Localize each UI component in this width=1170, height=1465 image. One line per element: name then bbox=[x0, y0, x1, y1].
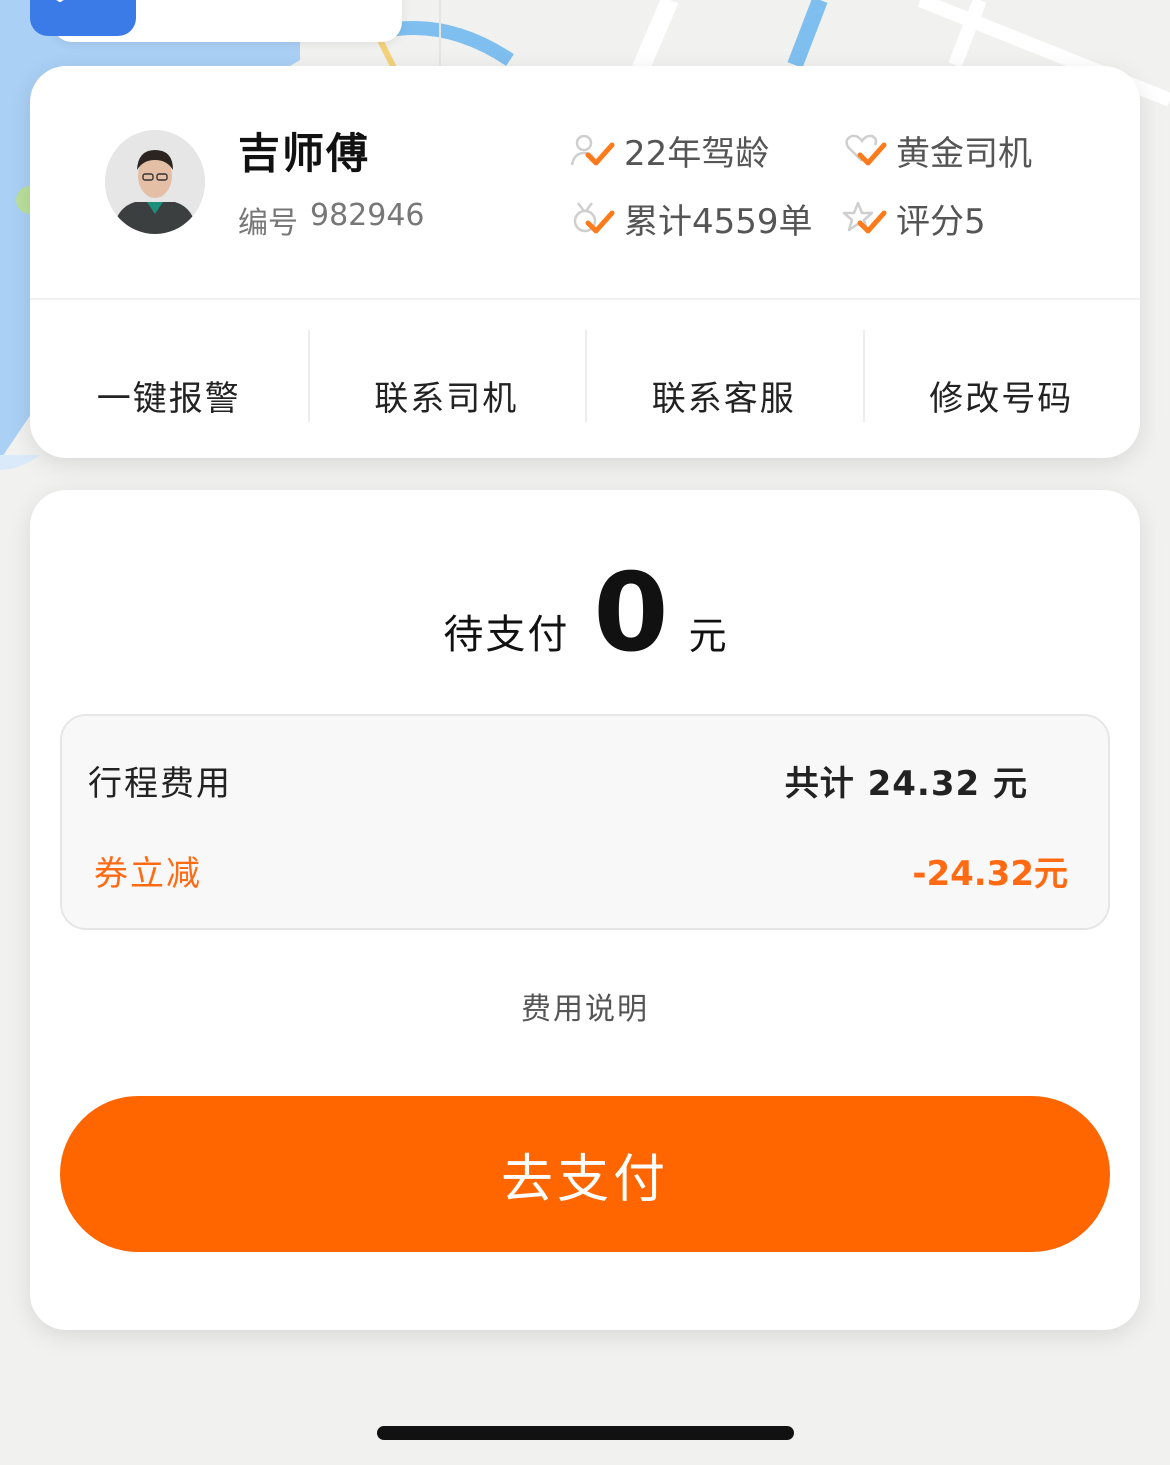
coupon-discount: -24.32元 bbox=[912, 854, 1068, 894]
stat-label: 黄金司机 bbox=[896, 134, 1032, 174]
driver-name: 吉师傅 bbox=[238, 129, 371, 178]
shield-icon bbox=[56, 0, 64, 3]
home-indicator[interactable] bbox=[377, 1426, 794, 1440]
contact-service-button[interactable]: 联系客服 bbox=[585, 330, 863, 422]
stat-total-orders: 累计4559单 bbox=[570, 194, 813, 243]
fee-explanation-link[interactable]: 费用说明 bbox=[30, 984, 1140, 1028]
payment-card: 待支付 0 元 行程费用 共计 24.32 元 券立减 -24.32元 费用说明… bbox=[30, 490, 1140, 1330]
action-bar: 一键报警 联系司机 联系客服 修改号码 bbox=[30, 330, 1140, 422]
trip-fee-total: 共计 24.32 元 bbox=[784, 764, 1028, 804]
star-check-icon bbox=[842, 201, 887, 233]
amount-due-value: 0 bbox=[593, 551, 669, 676]
driver-id: 编号 982946 bbox=[238, 198, 425, 242]
driver-id-label: 编号 bbox=[238, 206, 298, 241]
medal-check-icon bbox=[573, 201, 615, 233]
driver-avatar[interactable] bbox=[105, 130, 205, 234]
safety-shield-button[interactable] bbox=[30, 0, 136, 36]
amount-due-unit: 元 bbox=[688, 614, 727, 658]
contact-driver-button[interactable]: 联系司机 bbox=[307, 330, 586, 422]
pay-button[interactable]: 去支付 bbox=[60, 1096, 1110, 1252]
heart-check-icon bbox=[845, 134, 887, 165]
stat-label: 评分5 bbox=[896, 202, 986, 242]
person-check-icon bbox=[570, 134, 615, 165]
driver-id-value: 982946 bbox=[310, 198, 425, 233]
fee-breakdown: 行程费用 共计 24.32 元 券立减 -24.32元 bbox=[60, 714, 1110, 930]
amount-due: 待支付 0 元 bbox=[30, 560, 1140, 668]
amount-due-label: 待支付 bbox=[443, 612, 570, 658]
change-number-button[interactable]: 修改号码 bbox=[862, 330, 1141, 422]
coupon-label: 券立减 bbox=[94, 854, 202, 894]
emergency-alarm-button[interactable]: 一键报警 bbox=[30, 330, 308, 422]
stat-gold-driver: 黄金司机 bbox=[842, 126, 1032, 175]
divider bbox=[30, 298, 1140, 300]
trip-fee-label: 行程费用 bbox=[88, 764, 232, 804]
stat-rating: 评分5 bbox=[842, 194, 986, 243]
stat-label: 累计4559单 bbox=[624, 202, 813, 242]
stat-label: 22年驾龄 bbox=[624, 134, 770, 174]
driver-card: 吉师傅 编号 982946 22年驾龄 黄金司机 累计4559单 评分5 一键报… bbox=[30, 66, 1140, 458]
stat-driving-years: 22年驾龄 bbox=[570, 126, 769, 175]
